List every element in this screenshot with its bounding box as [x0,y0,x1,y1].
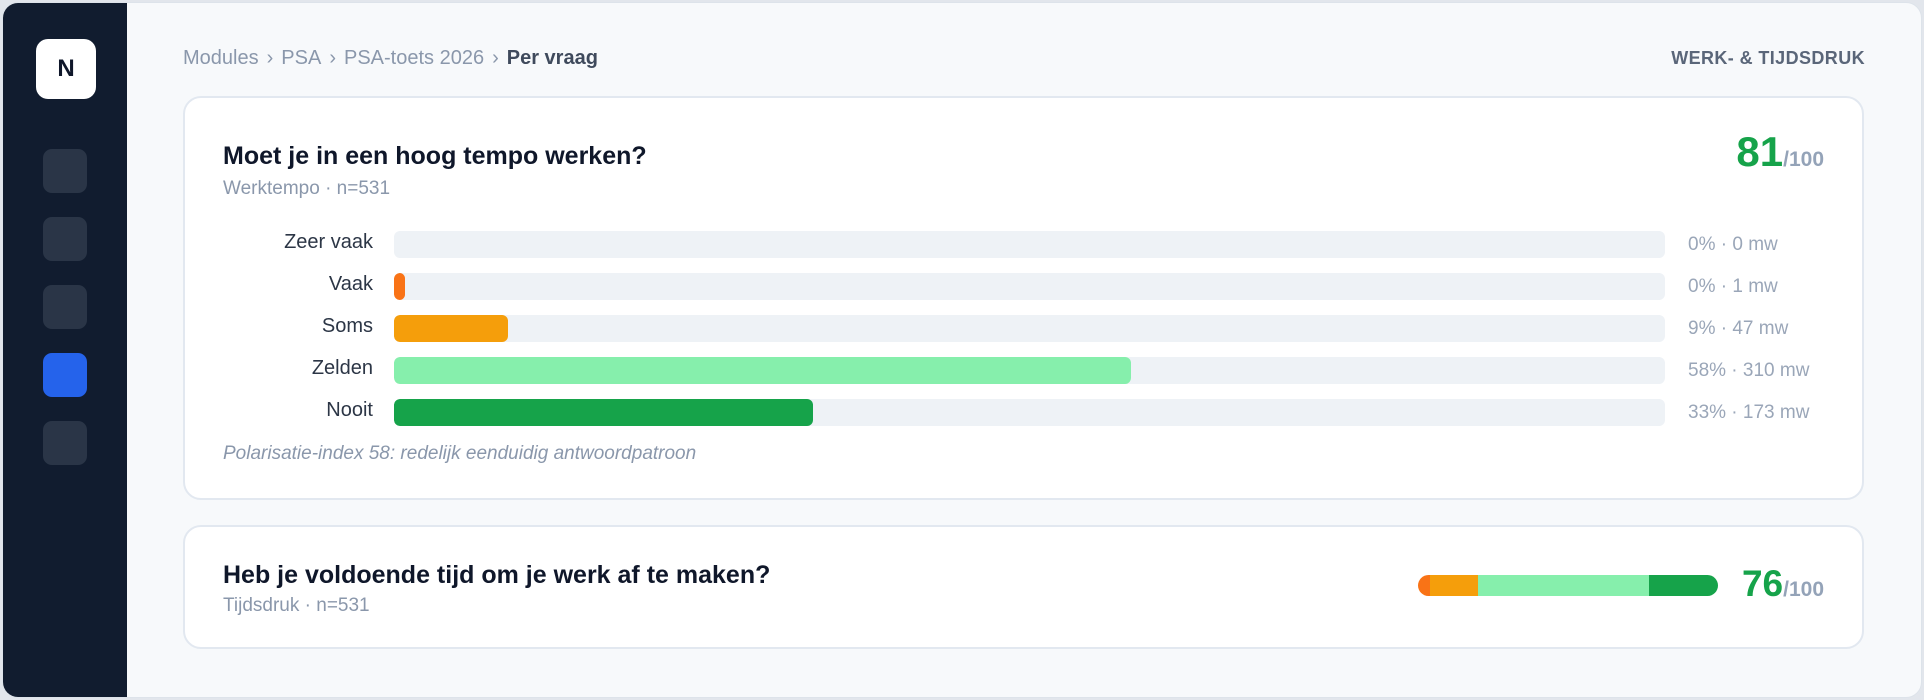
question-score: 76 /100 [1742,563,1824,605]
polarization-note: Polarisatie-index 58: redelijk eenduidig… [223,443,697,464]
question-title: Heb je voldoende tijd om je werk af te m… [223,561,771,589]
answer-label: Soms [321,315,373,337]
answer-label: Zeer vaak [284,231,373,253]
question-score: 81 /100 [1736,128,1824,176]
distribution-mini-bar [1418,575,1718,596]
answer-row-nooit: Nooit 33% · 173 mw [185,393,1862,435]
answer-stat: 58% · 310 mw [1688,360,1810,381]
answer-row-zelden: Zelden 58% · 310 mw [185,351,1862,393]
question-card-werktempo[interactable]: Moet je in een hoog tempo werken? Werkte… [183,96,1864,500]
answer-stat: 9% · 47 mw [1688,318,1789,339]
score-value: 76 [1741,563,1784,604]
distribution-segment [1418,575,1430,596]
question-card-tijdsdruk[interactable]: Heb je voldoende tijd om je werk af te m… [183,525,1864,649]
breadcrumb-separator: › [266,46,274,69]
section-label: WERK- & TIJDSDRUK [1671,47,1865,68]
breadcrumb-current: Per vraag [506,46,598,69]
score-max: /100 [1783,578,1824,601]
breadcrumb: Modules › PSA › PSA-toets 2026 › Per vra… [183,47,598,70]
answer-label: Nooit [326,399,373,421]
sidebar-nav-item-3[interactable] [43,285,87,329]
sidebar-nav-item-active[interactable] [43,353,87,397]
breadcrumb-item-modules[interactable]: Modules [183,47,259,70]
answer-bar-fill [394,273,406,300]
answer-bar-track [394,399,1665,426]
question-subtitle: Werktempo · n=531 [223,178,391,199]
answer-bar-track [394,357,1665,384]
answer-bar-track [394,231,1665,258]
app-frame: N Modules › PSA › PSA-toets 2026 › Per v… [2,2,1922,698]
question-title: Moet je in een hoog tempo werken? [223,142,647,170]
score-value: 81 [1736,128,1784,175]
sidebar-nav-item-5[interactable] [43,421,87,465]
distribution-segment [1430,575,1478,596]
answer-bar-fill [394,399,814,426]
breadcrumb-separator: › [492,46,499,69]
answer-bar-track [394,315,1665,342]
sidebar-nav-item-1[interactable] [43,149,87,193]
answer-label: Zelden [311,357,373,379]
answer-stat: 33% · 173 mw [1688,402,1810,423]
answer-bar-fill [394,357,1132,384]
question-subtitle: Tijdsdruk · n=531 [223,595,370,616]
app-logo[interactable]: N [36,39,96,99]
answer-distribution: Zeer vaak 0% · 0 mw Vaak 0% · 1 mw Soms … [185,225,1862,435]
answer-label: Vaak [328,273,373,295]
sidebar: N [3,3,127,697]
breadcrumb-item-psa-toets[interactable]: PSA-toets 2026 [344,47,484,70]
answer-row-zeer-vaak: Zeer vaak 0% · 0 mw [185,225,1862,267]
distribution-segment [1649,575,1718,596]
breadcrumb-separator: › [329,46,336,69]
topbar: Modules › PSA › PSA-toets 2026 › Per vra… [183,45,1865,71]
answer-row-soms: Soms 9% · 47 mw [185,309,1862,351]
distribution-segment [1478,575,1649,596]
breadcrumb-item-psa[interactable]: PSA [281,47,321,70]
answer-row-vaak: Vaak 0% · 1 mw [185,267,1862,309]
answer-bar-track [394,273,1665,300]
answer-stat: 0% · 1 mw [1688,276,1778,297]
sidebar-nav-item-2[interactable] [43,217,87,261]
score-max: /100 [1783,148,1824,171]
answer-stat: 0% · 0 mw [1688,234,1778,255]
answer-bar-fill [394,315,509,342]
